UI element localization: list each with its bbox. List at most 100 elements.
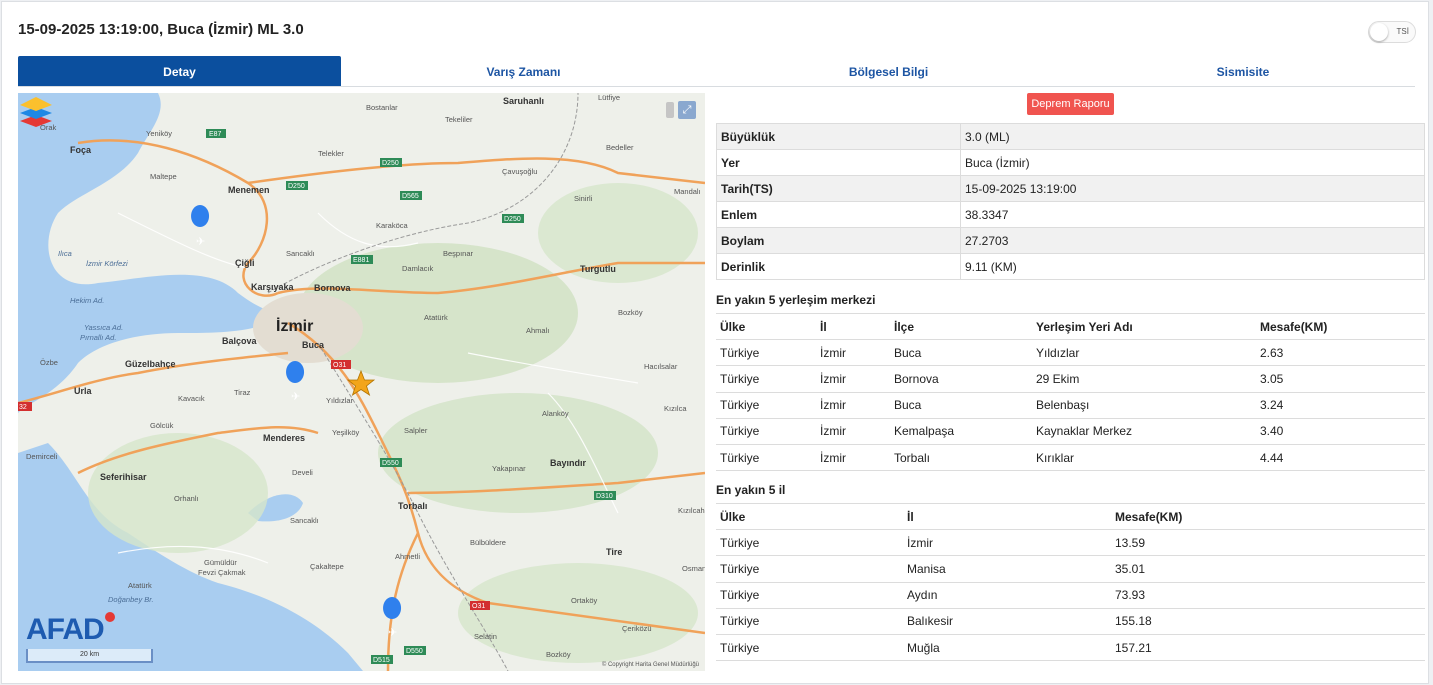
tab-detay[interactable]: Detay — [18, 56, 341, 86]
cell: Türkiye — [716, 417, 816, 445]
info-key: Tarih(TS) — [716, 175, 961, 202]
svg-text:Kızılca: Kızılca — [664, 404, 687, 413]
table-row: Türkiye Balıkesir 155.18 — [716, 607, 1425, 635]
svg-text:Ortaköy: Ortaköy — [571, 596, 598, 605]
cell: Torbalı — [890, 443, 1032, 472]
svg-text:Pırnallı Ad.: Pırnallı Ad. — [80, 333, 116, 342]
cell: Türkiye — [716, 555, 903, 583]
layers-icon[interactable] — [18, 93, 54, 127]
info-key: Boylam — [716, 227, 961, 254]
cell: 2.63 — [1256, 339, 1425, 366]
table-header-row: Ülke İl Mesafe(KM) — [716, 502, 1425, 530]
svg-text:D250: D250 — [288, 183, 305, 190]
svg-text:Bayındır: Bayındır — [550, 458, 587, 468]
cell: Türkiye — [716, 581, 903, 609]
cell: 29 Ekim — [1032, 365, 1256, 393]
fullscreen-icon[interactable]: ⤢ — [678, 101, 696, 119]
epicenter-star-icon[interactable] — [346, 369, 376, 396]
cell: 3.40 — [1256, 417, 1425, 445]
svg-text:Sancaklı: Sancaklı — [290, 516, 319, 525]
svg-text:Hacılsalar: Hacılsalar — [644, 362, 678, 371]
page-title: 15-09-2025 13:19:00, Buca (İzmir) ML 3.0 — [18, 21, 304, 38]
tab-bar: Detay Varış Zamanı Bölgesel Bilgi Sismis… — [18, 56, 1415, 87]
table-row: Türkiye Muğla 157.21 — [716, 633, 1425, 662]
svg-text:Yıldızlar: Yıldızlar — [326, 396, 354, 405]
table-header-row: Ülke İl İlçe Yerleşim Yeri Adı Mesafe(KM… — [716, 312, 1425, 340]
svg-text:O31: O31 — [472, 603, 485, 610]
col-header: Mesafe(KM) — [1256, 312, 1425, 340]
cell: Belenbaşı — [1032, 391, 1256, 419]
cell: Manisa — [903, 555, 1111, 583]
svg-text:E881: E881 — [353, 257, 369, 264]
svg-text:Kızılcahisar: Kızılcahisar — [678, 506, 705, 515]
cell: Yıldızlar — [1032, 339, 1256, 366]
svg-text:Maltepe: Maltepe — [150, 172, 177, 181]
svg-text:Yassıca Ad.: Yassıca Ad. — [84, 323, 123, 332]
svg-text:Fevzi Çakmak: Fevzi Çakmak — [198, 568, 246, 577]
svg-text:✈: ✈ — [291, 391, 300, 403]
svg-text:Demirceli: Demirceli — [26, 452, 58, 461]
svg-text:Hekim Ad.: Hekim Ad. — [70, 296, 104, 305]
earthquake-info-table: Büyüklük 3.0 (ML) Yer Buca (İzmir) Tarih(T… — [716, 123, 1425, 280]
forest-5 — [458, 563, 698, 663]
nearest-provinces-title: En yakın 5 il — [716, 483, 786, 497]
svg-text:Tekeliler: Tekeliler — [445, 115, 473, 124]
map-canvas: E87 D250 D250 D565 D250 E881 O31 32 D550… — [18, 93, 705, 671]
cell: 155.18 — [1111, 607, 1425, 635]
svg-text:Turgutlu: Turgutlu — [580, 264, 616, 274]
table-row: Türkiye Aydın 73.93 — [716, 581, 1425, 609]
info-value: 9.11 (KM) — [960, 253, 1425, 280]
tab-bolgesel-bilgi[interactable]: Bölgesel Bilgi — [706, 56, 1071, 86]
svg-text:Mandalı: Mandalı — [674, 187, 701, 196]
svg-text:Foça: Foça — [70, 145, 92, 155]
map-view[interactable]: E87 D250 D250 D565 D250 E881 O31 32 D550… — [18, 93, 705, 671]
svg-text:Çakaltepe: Çakaltepe — [310, 562, 344, 571]
svg-text:Torbalı: Torbalı — [398, 501, 427, 511]
svg-text:Yeşilköy: Yeşilköy — [332, 428, 359, 437]
forest-4 — [538, 183, 698, 283]
svg-text:Beşpınar: Beşpınar — [443, 249, 474, 258]
svg-text:Gölcük: Gölcük — [150, 421, 174, 430]
table-row: Tarih(TS) 15-09-2025 13:19:00 — [716, 175, 1425, 202]
svg-text:Atatürk: Atatürk — [128, 581, 152, 590]
tsi-toggle[interactable]: TSİ — [1368, 21, 1416, 43]
svg-text:Sancaklı: Sancaklı — [286, 249, 315, 258]
cell: Türkiye — [716, 391, 816, 419]
svg-text:Orhanlı: Orhanlı — [174, 494, 199, 503]
cell: İzmir — [816, 339, 890, 366]
cell: İzmir — [816, 391, 890, 419]
cell: Türkiye — [716, 339, 816, 366]
svg-text:Ahmalı: Ahmalı — [526, 326, 549, 335]
svg-text:Develi: Develi — [292, 468, 313, 477]
col-header: Yerleşim Yeri Adı — [1032, 312, 1256, 340]
earthquake-report-button[interactable]: Deprem Raporu — [1027, 93, 1114, 115]
svg-text:Çeriközü: Çeriközü — [622, 624, 652, 633]
tab-varis-zamani[interactable]: Varış Zamanı — [341, 56, 706, 86]
svg-text:✈: ✈ — [196, 236, 205, 248]
svg-text:Bornova: Bornova — [314, 283, 352, 293]
svg-text:✈: ✈ — [388, 627, 397, 639]
forest-3 — [88, 433, 268, 553]
svg-text:32: 32 — [19, 404, 27, 411]
svg-text:Bostanlar: Bostanlar — [366, 103, 398, 112]
svg-text:Tiraz: Tiraz — [234, 388, 251, 397]
cell: Türkiye — [716, 529, 903, 556]
zoom-slider[interactable] — [666, 102, 674, 118]
table-row: Türkiye Manisa 35.01 — [716, 555, 1425, 583]
cell: Aydın — [903, 581, 1111, 609]
svg-text:Özbe: Özbe — [40, 358, 58, 367]
nearest-settlements-table: Ülke İl İlçe Yerleşim Yeri Adı Mesafe(KM… — [716, 312, 1425, 472]
svg-text:İzmir Körfezi: İzmir Körfezi — [86, 259, 128, 268]
table-row: Büyüklük 3.0 (ML) — [716, 123, 1425, 150]
tab-sismisite[interactable]: Sismisite — [1071, 56, 1415, 86]
toggle-label: TSİ — [1396, 27, 1409, 36]
svg-text:Tire: Tire — [606, 547, 622, 557]
svg-text:Yeniköy: Yeniköy — [146, 129, 172, 138]
svg-text:Gümüldür: Gümüldür — [204, 558, 237, 567]
svg-text:Ilıca: Ilıca — [58, 249, 72, 258]
cell: Türkiye — [716, 443, 816, 472]
table-row: Türkiye İzmir Kemalpaşa Kaynaklar Merkez 3.4… — [716, 417, 1425, 445]
table-row: Türkiye İzmir 13.59 — [716, 529, 1425, 556]
svg-text:Seferihisar: Seferihisar — [100, 472, 147, 482]
svg-text:E87: E87 — [209, 131, 222, 138]
